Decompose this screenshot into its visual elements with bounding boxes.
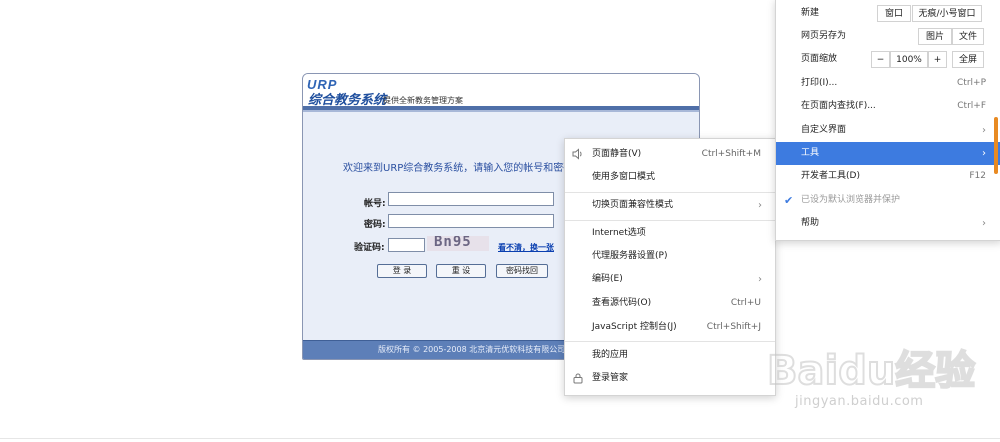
login-button[interactable]: 登 录	[377, 264, 427, 278]
login-header: URP 综合教务系统 提供全新教务管理方案	[303, 74, 699, 108]
menu-shortcut: Ctrl+Shift+J	[706, 322, 761, 332]
watermark-logo-text: Baidu经验	[767, 348, 975, 394]
menu-label: 切换页面兼容性模式	[592, 200, 674, 210]
menu-item-default-browser: ✔ 已设为默认浏览器并保护	[776, 189, 1000, 212]
menu-item-login-manager[interactable]: 登录管家	[565, 367, 775, 390]
menu-label: 编码(E)	[592, 274, 623, 284]
slogan: 提供全新教务管理方案	[383, 96, 463, 105]
zoom-in-button[interactable]: +	[928, 51, 947, 68]
fullscreen-button[interactable]: 全屏	[952, 51, 984, 68]
menu-label: JavaScript 控制台(J)	[592, 322, 677, 332]
menu-row-zoom: 页面缩放 − 100% + 全屏	[776, 48, 1000, 71]
menu-label: 查看源代码(O)	[592, 298, 652, 308]
header-band-light	[303, 110, 699, 112]
chevron-right-icon: ›	[982, 148, 986, 159]
menu-label: 我的应用	[592, 350, 629, 360]
lock-icon	[572, 372, 584, 384]
chevron-right-icon: ›	[758, 274, 762, 285]
menu-label: 在页面内查找(F)...	[801, 101, 876, 111]
menu-label: 新建	[801, 8, 820, 18]
menu-item-customize[interactable]: 自定义界面 ›	[776, 119, 1000, 142]
reset-button[interactable]: 重 设	[436, 264, 486, 278]
menu-item-compat-mode[interactable]: 切换页面兼容性模式 ›	[565, 194, 775, 217]
save-file-button[interactable]: 文件	[952, 28, 984, 45]
menu-item-print[interactable]: 打印(I)... Ctrl+P	[776, 72, 1000, 95]
watermark-url: jingyan.baidu.com	[795, 394, 924, 409]
menu-item-multi-window[interactable]: 使用多窗口模式	[565, 166, 775, 189]
menu-shortcut: Ctrl+U	[730, 298, 761, 308]
menu-shortcut: Ctrl+F	[957, 101, 986, 111]
menu-label: 帮助	[801, 218, 820, 228]
menu-item-tools[interactable]: 工具 ›	[776, 142, 1000, 165]
captcha-label: 验证码:	[354, 243, 385, 253]
menu-label: 网页另存为	[801, 31, 847, 41]
menu-item-js-console[interactable]: JavaScript 控制台(J) Ctrl+Shift+J	[565, 316, 775, 339]
zoom-level: 100%	[890, 51, 928, 68]
menu-separator	[565, 192, 775, 193]
save-image-button[interactable]: 图片	[918, 28, 952, 45]
menu-label: 已设为默认浏览器并保护	[801, 195, 901, 205]
menu-label: 自定义界面	[801, 125, 847, 135]
password-label: 密码:	[364, 220, 386, 230]
menu-item-internet-options[interactable]: Internet选项	[565, 222, 775, 245]
zoom-out-button[interactable]: −	[871, 51, 890, 68]
menu-label: 开发者工具(D)	[801, 171, 860, 181]
browser-main-menu: 新建 窗口 无痕/小号窗口 网页另存为 图片 文件 页面缩放 − 100% + …	[775, 0, 1000, 241]
menu-label: 页面静音(V)	[592, 149, 642, 159]
password-input[interactable]	[388, 214, 554, 228]
chevron-right-icon: ›	[758, 200, 762, 211]
welcome-text: 欢迎来到URP综合教务系统，请输入您的帐号和密码	[343, 163, 574, 174]
menu-item-my-apps[interactable]: 我的应用	[565, 344, 775, 367]
captcha-text: Bn95	[434, 236, 472, 250]
captcha-image[interactable]: Bn95	[427, 236, 489, 251]
menu-row-new: 新建 窗口 无痕/小号窗口	[776, 2, 1000, 25]
menu-label: 代理服务器设置(P)	[592, 251, 668, 261]
refresh-captcha-link[interactable]: 看不清，换一张	[498, 242, 554, 253]
baidu-watermark-logo: Baidu经验	[767, 347, 976, 395]
checkmark-icon: ✔	[784, 194, 794, 207]
menu-label: 登录管家	[592, 373, 629, 383]
bottom-divider	[0, 438, 1000, 439]
menu-shortcut: F12	[969, 171, 986, 181]
menu-label: 打印(I)...	[801, 78, 838, 88]
account-input[interactable]	[388, 192, 554, 206]
recover-password-button[interactable]: 密码找回	[496, 264, 548, 278]
menu-item-mute-page[interactable]: 页面静音(V) Ctrl+Shift+M	[565, 143, 775, 166]
menu-label: 工具	[801, 148, 820, 158]
menu-item-help[interactable]: 帮助 ›	[776, 212, 1000, 235]
new-incognito-button[interactable]: 无痕/小号窗口	[912, 5, 982, 22]
context-menu: 页面静音(V) Ctrl+Shift+M 使用多窗口模式 切换页面兼容性模式 ›…	[564, 138, 776, 396]
menu-item-devtools[interactable]: 开发者工具(D) F12	[776, 165, 1000, 188]
speaker-icon	[572, 148, 584, 160]
chevron-right-icon: ›	[982, 125, 986, 136]
menu-row-save-as: 网页另存为 图片 文件	[776, 25, 1000, 48]
menu-shortcut: Ctrl+P	[957, 78, 986, 88]
captcha-input[interactable]	[388, 238, 425, 252]
new-window-button[interactable]: 窗口	[877, 5, 911, 22]
menu-separator	[565, 220, 775, 221]
menu-shortcut: Ctrl+Shift+M	[701, 149, 761, 159]
menu-separator	[565, 341, 775, 342]
menu-item-find[interactable]: 在页面内查找(F)... Ctrl+F	[776, 95, 1000, 118]
account-label: 帐号:	[364, 199, 386, 209]
chevron-right-icon: ›	[982, 218, 986, 229]
menu-label: 使用多窗口模式	[592, 172, 656, 182]
menu-item-view-source[interactable]: 查看源代码(O) Ctrl+U	[565, 292, 775, 315]
scrollbar-thumb[interactable]	[994, 117, 998, 174]
menu-item-encoding[interactable]: 编码(E) ›	[565, 268, 775, 291]
copyright-text: 版权所有 © 2005-2008 北京清元优软科技有限公司	[378, 345, 566, 354]
menu-item-proxy-settings[interactable]: 代理服务器设置(P)	[565, 245, 775, 268]
menu-label: Internet选项	[592, 228, 646, 238]
menu-label: 页面缩放	[801, 54, 838, 64]
